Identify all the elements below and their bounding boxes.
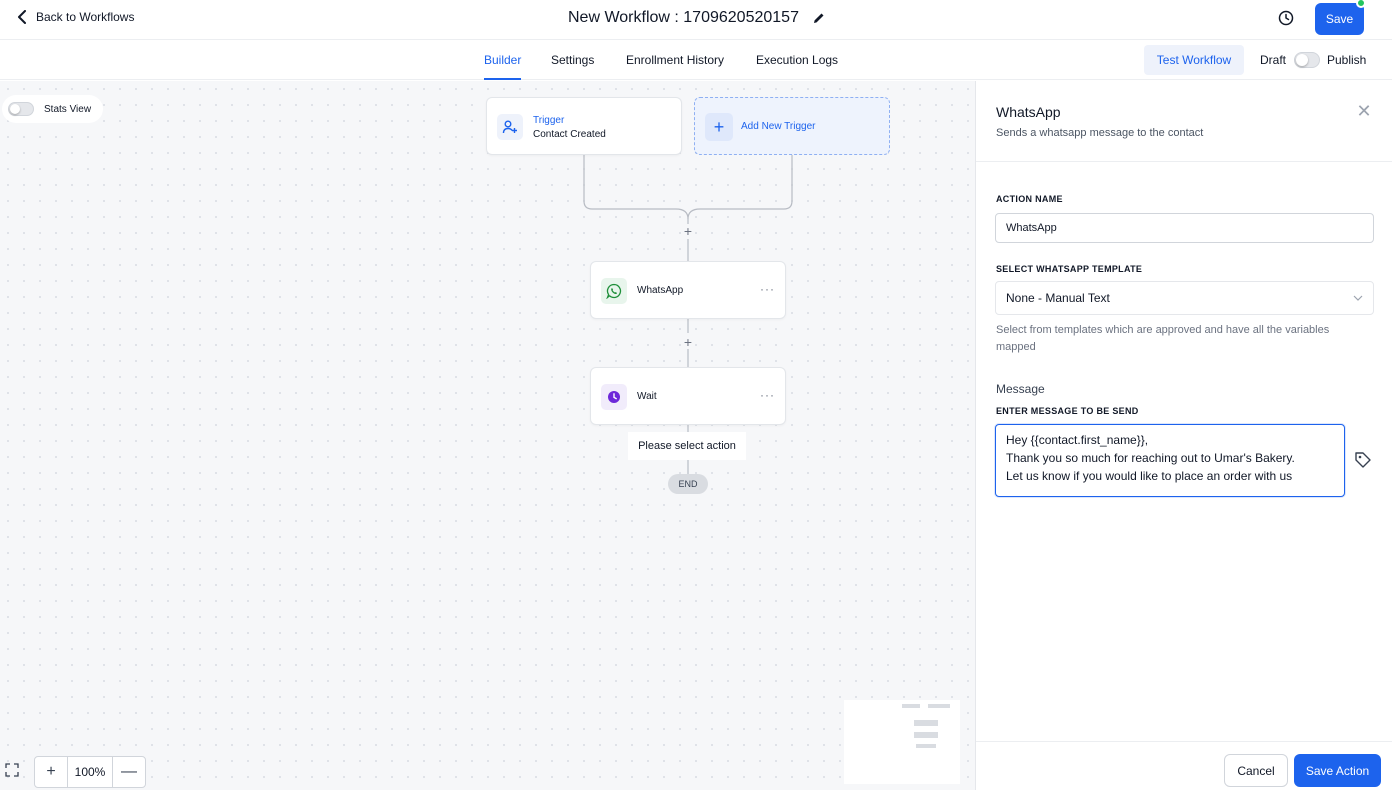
back-to-workflows-link[interactable]: Back to Workflows xyxy=(16,10,134,24)
tab-enrollment-history[interactable]: Enrollment History xyxy=(626,53,724,67)
test-workflow-button[interactable]: Test Workflow xyxy=(1144,45,1244,75)
plus-icon: + xyxy=(705,113,733,141)
template-help-text: Select from templates which are approved… xyxy=(996,324,1330,353)
top-bar: Back to Workflows New Workflow : 1709620… xyxy=(0,0,1392,40)
cancel-button[interactable]: Cancel xyxy=(1224,754,1288,787)
trigger-title: Trigger xyxy=(533,115,565,126)
divider xyxy=(976,161,1392,162)
message-textarea[interactable]: Hey {{contact.first_name}}, Thank you so… xyxy=(995,424,1345,497)
workflow-canvas[interactable]: Stats View Trigger Contact Created + Add… xyxy=(0,81,975,790)
minimap[interactable] xyxy=(844,700,960,784)
end-node: END xyxy=(668,474,708,494)
trigger-subtitle: Contact Created xyxy=(533,129,606,140)
zoom-in-button[interactable]: + xyxy=(35,757,67,787)
tab-execution-logs[interactable]: Execution Logs xyxy=(756,53,838,67)
whatsapp-action-card[interactable]: WhatsApp ··· xyxy=(590,261,786,319)
wait-action-label: Wait xyxy=(637,391,657,402)
fit-view-icon[interactable] xyxy=(2,760,22,780)
add-trigger-label: Add New Trigger xyxy=(741,121,816,132)
action-settings-panel: WhatsApp Sends a whatsapp message to the… xyxy=(975,81,1392,790)
pencil-icon[interactable] xyxy=(813,12,825,24)
status-indicator xyxy=(1356,0,1366,8)
clock-icon xyxy=(601,384,627,410)
tab-builder[interactable]: Builder xyxy=(484,53,522,80)
more-options-icon[interactable]: ··· xyxy=(760,282,775,296)
add-new-trigger-button[interactable]: + Add New Trigger xyxy=(694,97,890,155)
select-action-tooltip: Please select action xyxy=(628,432,746,460)
publish-toggle[interactable] xyxy=(1294,52,1320,68)
message-heading: Message xyxy=(996,382,1045,396)
back-label: Back to Workflows xyxy=(36,10,135,24)
whatsapp-icon xyxy=(601,278,627,304)
whatsapp-action-label: WhatsApp xyxy=(637,285,684,296)
more-options-icon[interactable]: ··· xyxy=(760,388,775,402)
footer-divider xyxy=(976,741,1392,742)
panel-title: WhatsApp xyxy=(996,104,1061,120)
wait-action-card[interactable]: Wait ··· xyxy=(590,367,786,425)
message-label: ENTER MESSAGE TO BE SEND xyxy=(996,406,1139,416)
connector-lines xyxy=(583,155,793,474)
chevron-left-icon xyxy=(18,10,26,24)
add-user-icon xyxy=(497,114,523,140)
publish-label: Publish xyxy=(1327,53,1367,67)
template-label: SELECT WHATSAPP TEMPLATE xyxy=(996,264,1143,274)
tab-settings[interactable]: Settings xyxy=(551,53,594,67)
add-step-plus-icon[interactable]: + xyxy=(681,334,695,350)
panel-subtitle: Sends a whatsapp message to the contact xyxy=(996,127,1204,139)
close-icon[interactable]: ✕ xyxy=(1356,102,1372,120)
trigger-card[interactable]: Trigger Contact Created xyxy=(486,97,682,155)
draft-label: Draft xyxy=(1260,53,1287,67)
add-step-plus-icon[interactable]: + xyxy=(681,223,695,239)
history-icon[interactable] xyxy=(1278,10,1294,26)
workflow-title: New Workflow : 1709620520157 xyxy=(568,9,825,27)
template-selected-value: None - Manual Text xyxy=(1006,291,1110,305)
save-button[interactable]: Save xyxy=(1315,3,1364,35)
action-name-input[interactable] xyxy=(995,213,1374,243)
template-select[interactable]: None - Manual Text xyxy=(995,281,1374,315)
tag-icon[interactable] xyxy=(1354,451,1372,469)
chevron-down-icon xyxy=(1353,295,1363,301)
zoom-out-button[interactable]: — xyxy=(113,757,145,787)
tab-bar: Builder Settings Enrollment History Exec… xyxy=(0,40,1392,80)
save-action-button[interactable]: Save Action xyxy=(1294,754,1381,787)
zoom-controls: + 100% — xyxy=(34,756,146,788)
workflow-title-text: New Workflow : 1709620520157 xyxy=(568,9,799,26)
zoom-level: 100% xyxy=(67,757,113,787)
action-name-label: ACTION NAME xyxy=(996,194,1063,204)
